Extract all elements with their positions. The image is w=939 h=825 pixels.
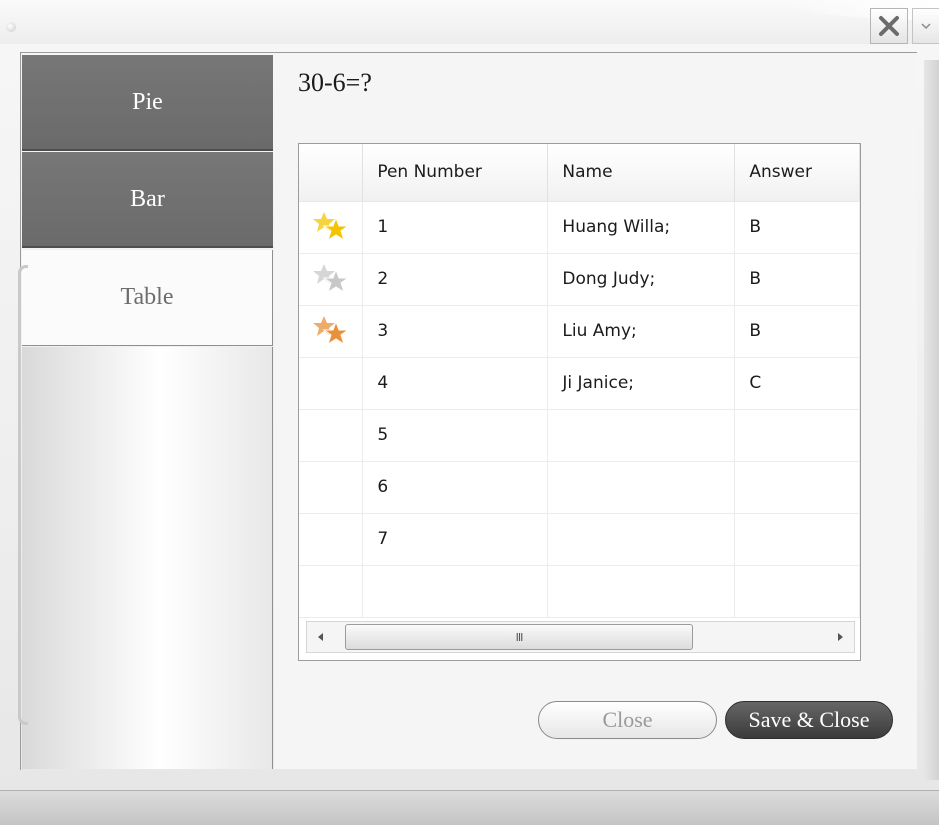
pen-number-cell xyxy=(362,565,549,618)
silver-star-icon xyxy=(312,264,350,294)
scroll-right-icon[interactable] xyxy=(832,629,848,645)
scroll-left-icon[interactable] xyxy=(313,629,329,645)
tab-table-label: Table xyxy=(120,284,174,310)
name-cell: Huang Willa; xyxy=(547,201,736,254)
rank-cell xyxy=(299,253,364,306)
pen-number-cell: 6 xyxy=(362,461,549,514)
save-and-close-button-label: Save & Close xyxy=(748,707,870,732)
pen-number-cell: 4 xyxy=(362,357,549,410)
pen-number-cell: 3 xyxy=(362,305,549,358)
answer-cell: B xyxy=(734,253,860,306)
name-cell xyxy=(547,409,736,462)
tab-pie[interactable]: Pie xyxy=(22,55,273,151)
name-cell xyxy=(547,461,736,514)
table-header-row: Pen Number Name Answer xyxy=(299,144,860,202)
rank-cell xyxy=(299,357,364,410)
answer-cell xyxy=(734,461,860,514)
title-bar xyxy=(0,0,939,44)
sidebar-handle xyxy=(18,265,28,725)
rank-cell xyxy=(299,565,364,618)
scrollbar-grip: III xyxy=(515,630,524,644)
tab-table[interactable]: Table xyxy=(22,250,273,346)
pen-number-cell: 7 xyxy=(362,513,549,566)
answer-cell xyxy=(734,513,860,566)
table-row[interactable]: 7 xyxy=(299,513,860,566)
question-title: 30-6=? xyxy=(298,68,372,97)
table-row[interactable]: 4 Ji Janice; C xyxy=(299,357,860,410)
table-row[interactable]: 3 Liu Amy; B xyxy=(299,305,860,358)
rank-cell xyxy=(299,461,364,514)
right-rail xyxy=(924,60,939,780)
name-cell xyxy=(547,565,736,618)
tab-pie-label: Pie xyxy=(132,88,163,115)
tab-bar[interactable]: Bar xyxy=(22,152,273,248)
name-cell xyxy=(547,513,736,566)
column-header-answer[interactable]: Answer xyxy=(734,144,860,202)
results-grid: Pen Number Name Answer 1 Huang Willa; B 2 Do… xyxy=(299,144,860,618)
scrollbar-thumb[interactable]: III xyxy=(345,624,693,650)
close-window-button[interactable] xyxy=(870,8,908,44)
table-row[interactable]: 5 xyxy=(299,409,860,462)
close-button[interactable]: Close xyxy=(538,701,717,739)
answer-cell: B xyxy=(734,201,860,254)
bronze-star-icon xyxy=(312,316,350,346)
rank-cell xyxy=(299,409,364,462)
results-table: Pen Number Name Answer 1 Huang Willa; B 2 Do… xyxy=(298,143,861,661)
sidebar-panel xyxy=(22,347,273,769)
save-and-close-button[interactable]: Save & Close xyxy=(725,701,893,739)
answer-cell xyxy=(734,409,860,462)
pen-number-cell: 1 xyxy=(362,201,549,254)
name-cell: Liu Amy; xyxy=(547,305,736,358)
answer-cell: C xyxy=(734,357,860,410)
table-row[interactable] xyxy=(299,565,860,618)
table-row[interactable]: 6 xyxy=(299,461,860,514)
window-menu-button[interactable] xyxy=(912,8,939,44)
column-header-rank xyxy=(299,144,364,202)
table-row[interactable]: 2 Dong Judy; B xyxy=(299,253,860,306)
table-row[interactable]: 1 Huang Willa; B xyxy=(299,201,860,254)
tab-bar-label: Bar xyxy=(130,185,165,212)
chevron-down-icon xyxy=(921,23,931,30)
close-icon xyxy=(879,16,899,36)
answer-cell xyxy=(734,565,860,618)
answer-cell: B xyxy=(734,305,860,358)
rank-cell xyxy=(299,305,364,358)
rank-cell xyxy=(299,201,364,254)
column-header-name[interactable]: Name xyxy=(547,144,736,202)
status-bar xyxy=(0,790,939,825)
name-cell: Dong Judy; xyxy=(547,253,736,306)
horizontal-scrollbar[interactable]: III xyxy=(306,621,855,653)
gold-star-icon xyxy=(312,212,350,242)
column-header-pen-number[interactable]: Pen Number xyxy=(362,144,549,202)
pen-number-cell: 2 xyxy=(362,253,549,306)
close-button-label: Close xyxy=(602,707,653,732)
name-cell: Ji Janice; xyxy=(547,357,736,410)
pen-number-cell: 5 xyxy=(362,409,549,462)
results-window: Pie Bar Table 30-6=? Pen Number Name Ans… xyxy=(0,0,939,825)
window-dot-icon xyxy=(6,22,16,32)
rank-cell xyxy=(299,513,364,566)
